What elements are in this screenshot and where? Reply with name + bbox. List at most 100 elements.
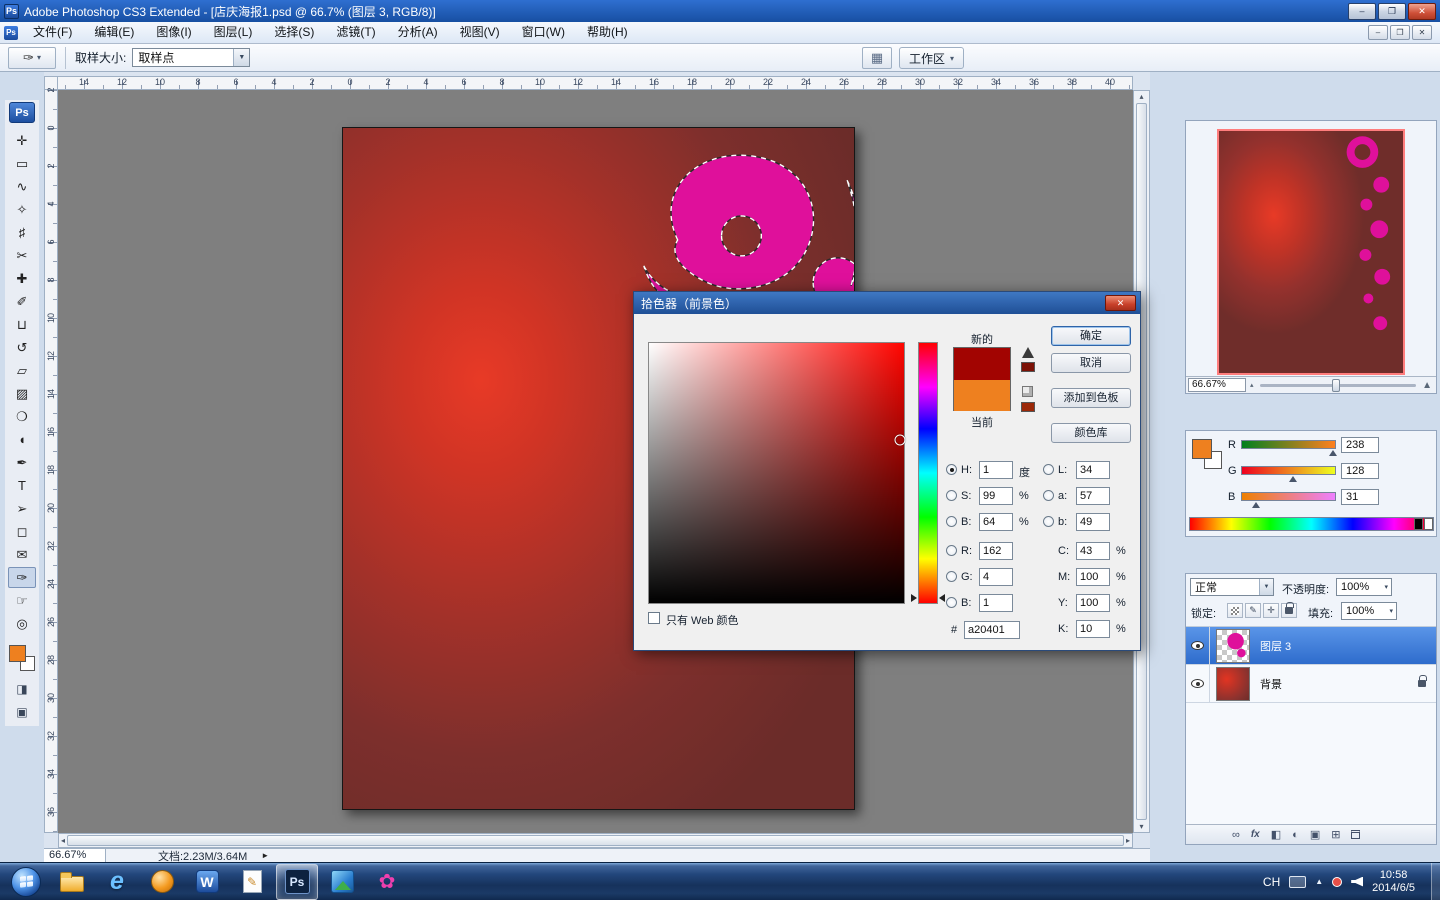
tool-lasso[interactable]: ∿ <box>8 176 36 197</box>
saturation-brightness-field[interactable] <box>648 342 906 604</box>
tool-dodge[interactable]: ◖ <box>8 429 36 450</box>
tool-slice[interactable]: ✂ <box>8 245 36 266</box>
field-b2[interactable]: 1 <box>979 594 1013 612</box>
slider-marker[interactable] <box>1288 476 1297 482</box>
chevron-down-icon[interactable]: ▼ <box>1259 579 1273 595</box>
taskbar-word[interactable]: W <box>186 864 228 900</box>
web-color-cube-icon[interactable] <box>1022 386 1033 397</box>
doc-minimize-button[interactable]: – <box>1368 25 1388 40</box>
vertical-ruler[interactable]: 2 0 2 4 6 8 10 12 14 16 18 20 22 24 26 28 30 32 34 36 <box>44 88 58 833</box>
clock[interactable]: 10:58 2014/6/5 <box>1372 869 1415 895</box>
status-menu-arrow[interactable]: ► <box>261 851 269 860</box>
tool-eyedropper[interactable]: ✑ <box>8 567 36 588</box>
close-button[interactable]: ✕ <box>1408 2 1436 20</box>
tool-pen[interactable]: ✒ <box>8 452 36 473</box>
link-layers-icon[interactable]: ∞ <box>1232 829 1240 841</box>
radio-r[interactable] <box>946 545 957 556</box>
tool-blur[interactable]: ❍ <box>8 406 36 427</box>
bridge-button[interactable]: ▦ <box>862 47 892 69</box>
screen-mode-button[interactable]: ▣ <box>8 701 36 722</box>
taskbar-flower[interactable]: ✿ <box>366 864 408 900</box>
taskbar-viewer[interactable] <box>321 864 363 900</box>
gamut-color-swatch[interactable] <box>1021 362 1035 372</box>
workspace-button[interactable]: 工作区 ▾ <box>899 47 965 69</box>
white-swatch[interactable] <box>1424 518 1433 530</box>
color-spectrum-ramp[interactable] <box>1189 517 1434 531</box>
tool-crop[interactable]: ♯ <box>8 222 36 243</box>
tool-clone-stamp[interactable]: ⊔ <box>8 314 36 335</box>
taskbar-browser[interactable] <box>141 864 183 900</box>
delete-layer-icon[interactable] <box>1351 830 1361 839</box>
menu-选择(S)[interactable]: 选择(S) <box>263 22 325 44</box>
menu-图层(L)[interactable]: 图层(L) <box>203 22 264 44</box>
slider-thumb[interactable] <box>1331 378 1340 392</box>
radio-s[interactable] <box>946 490 957 501</box>
channel-slider[interactable] <box>1241 492 1336 501</box>
radio-l[interactable] <box>1043 464 1054 475</box>
color-field-marker[interactable] <box>894 434 906 446</box>
gamut-warning-icon[interactable] <box>1022 347 1034 358</box>
tool-shape[interactable]: ◻ <box>8 521 36 542</box>
menu-窗口(W)[interactable]: 窗口(W) <box>511 22 576 44</box>
minimize-button[interactable]: – <box>1348 2 1376 20</box>
tool-hand[interactable]: ☞ <box>8 590 36 611</box>
menu-分析(A)[interactable]: 分析(A) <box>387 22 449 44</box>
layer-group-icon[interactable]: ▣ <box>1310 828 1320 841</box>
tool-notes[interactable]: ✉ <box>8 544 36 565</box>
hex-field[interactable]: a20401 <box>964 621 1020 639</box>
field-bb[interactable]: 49 <box>1076 513 1110 531</box>
menu-帮助(H)[interactable]: 帮助(H) <box>576 22 639 44</box>
volume-icon[interactable] <box>1351 876 1364 887</box>
scroll-up-icon[interactable]: ▴ <box>1139 92 1143 101</box>
show-hidden-icons[interactable]: ▲ <box>1315 877 1323 886</box>
chevron-down-icon[interactable]: ▼ <box>233 49 250 66</box>
layer-style-icon[interactable]: fx <box>1251 829 1260 840</box>
lock-transparency-button[interactable] <box>1227 603 1243 618</box>
zoom-out-icon[interactable]: ▴ <box>1250 381 1254 389</box>
menu-视图(V)[interactable]: 视图(V) <box>449 22 511 44</box>
scroll-down-icon[interactable]: ▾ <box>1139 822 1143 831</box>
taskbar-notepad[interactable]: ✎ <box>231 864 273 900</box>
show-desktop-button[interactable] <box>1431 862 1440 900</box>
navigator-thumbnail[interactable] <box>1217 129 1405 375</box>
tool-eraser[interactable]: ▱ <box>8 360 36 381</box>
tool-gradient[interactable]: ▨ <box>8 383 36 404</box>
field-k[interactable]: 10 <box>1076 620 1110 638</box>
color-swatch-widget[interactable] <box>8 644 36 672</box>
menu-编辑(E)[interactable]: 编辑(E) <box>83 22 145 44</box>
scrollbar-thumb[interactable] <box>67 835 1124 846</box>
channel-slider[interactable] <box>1241 440 1336 449</box>
blend-mode-select[interactable]: 正常 ▼ <box>1190 578 1274 596</box>
lock-all-button[interactable] <box>1281 602 1297 618</box>
add-to-swatches-button[interactable]: 添加到色板 <box>1051 388 1131 408</box>
field-b[interactable]: 64 <box>979 513 1013 531</box>
tool-move[interactable]: ✛ <box>8 130 36 151</box>
tool-brush[interactable]: ✐ <box>8 291 36 312</box>
tool-spot-healing[interactable]: ✚ <box>8 268 36 289</box>
keyboard-icon[interactable] <box>1289 875 1307 888</box>
menu-滤镜(T)[interactable]: 滤镜(T) <box>325 22 386 44</box>
channel-value[interactable]: 31 <box>1341 489 1379 505</box>
hue-slider[interactable] <box>918 342 938 604</box>
visibility-toggle[interactable] <box>1186 665 1210 702</box>
notification-icon[interactable] <box>1332 876 1343 887</box>
lock-position-button[interactable]: ✛ <box>1263 603 1279 618</box>
dialog-close-button[interactable]: ✕ <box>1105 295 1136 311</box>
horizontal-ruler[interactable]: 14 12 10 8 6 4 2 0 2 4 6 8 10 12 14 16 18 20 22 24 26 28 30 32 3… <box>58 76 1133 90</box>
channel-value[interactable]: 238 <box>1341 437 1379 453</box>
language-indicator[interactable]: CH <box>1263 875 1280 889</box>
slider-marker[interactable] <box>1252 502 1261 508</box>
radio-g[interactable] <box>946 571 957 582</box>
field-c[interactable]: 43 <box>1076 542 1110 560</box>
hue-marker-right[interactable] <box>939 594 945 602</box>
new-layer-icon[interactable]: ⊞ <box>1331 828 1340 841</box>
slider-marker[interactable] <box>1329 450 1338 456</box>
field-m[interactable]: 100 <box>1076 568 1110 586</box>
web-colors-checkbox[interactable] <box>648 612 660 624</box>
foreground-color-swatch[interactable] <box>9 645 26 662</box>
channel-value[interactable]: 128 <box>1341 463 1379 479</box>
dialog-titlebar[interactable]: 拾色器（前景色） ✕ <box>634 292 1140 314</box>
start-button[interactable] <box>11 866 41 897</box>
scroll-left-icon[interactable]: ◂ <box>61 836 65 845</box>
navigator-zoom[interactable]: 66.67% <box>1188 378 1246 392</box>
